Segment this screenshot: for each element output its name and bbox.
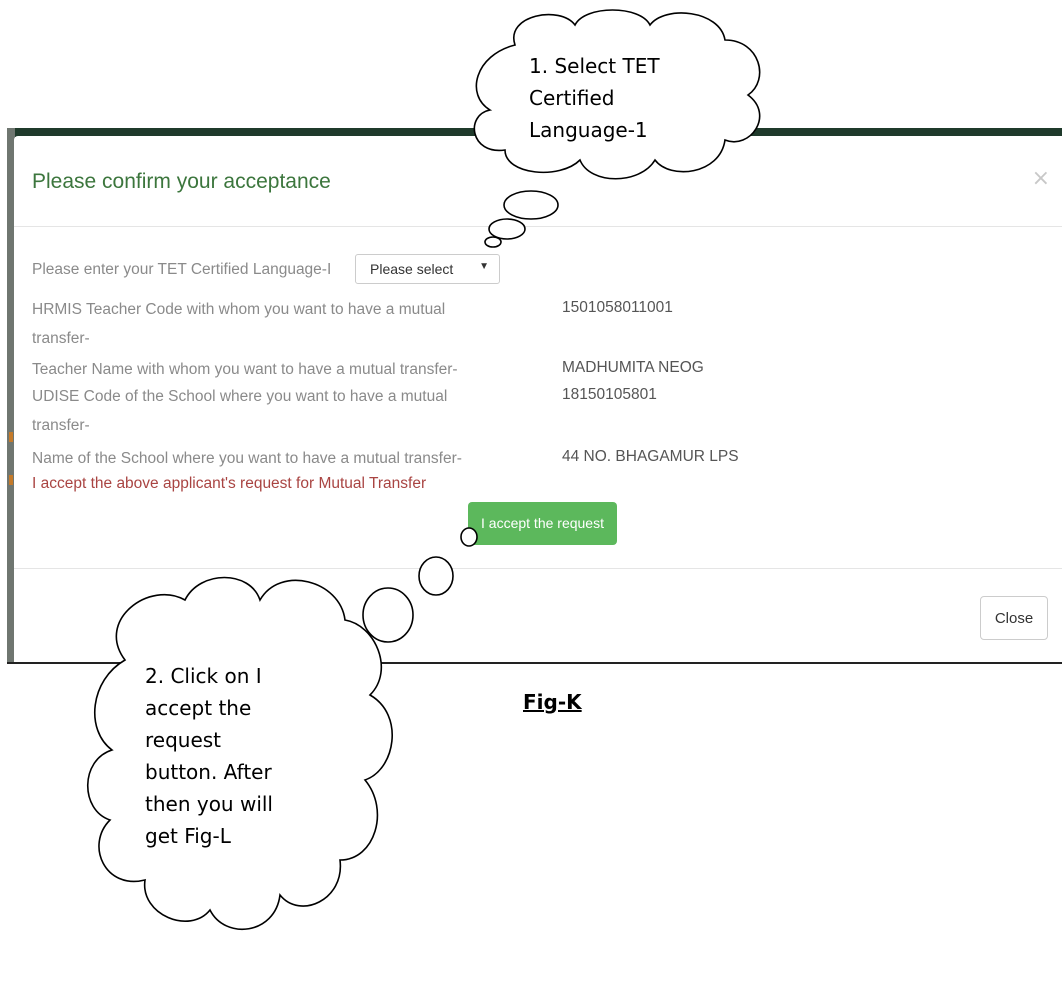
callout-bubble	[460, 527, 478, 547]
callout-line: then you will	[145, 792, 273, 816]
callout-line: accept the	[145, 696, 252, 720]
callout-1-text: 1. Select TET Certified Language-1	[529, 50, 660, 146]
callout-line: button. After	[145, 760, 272, 784]
callout-line: request	[145, 728, 222, 752]
callout-line: get Fig-L	[145, 824, 231, 848]
callout-line: 1. Select TET	[529, 54, 660, 78]
callout-bubble	[503, 190, 559, 220]
callout-line: Certified	[529, 86, 615, 110]
callout-bubble	[418, 556, 454, 596]
callout-bubble	[488, 218, 526, 240]
figure-caption: Fig-K	[523, 690, 582, 714]
callout-bubble	[362, 587, 414, 643]
callout-bubble	[484, 236, 502, 248]
callout-line: Language-1	[529, 118, 648, 142]
callout-line: 2. Click on I	[145, 664, 262, 688]
callout-2-text: 2. Click on I accept the request button.…	[145, 660, 273, 852]
